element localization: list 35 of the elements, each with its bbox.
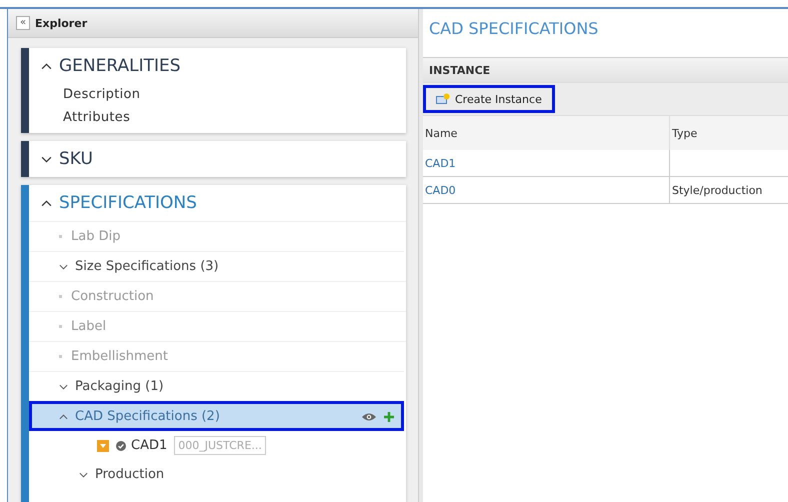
add-icon[interactable] xyxy=(384,412,394,422)
tree-item[interactable]: Production xyxy=(29,460,404,489)
explorer-title: Explorer xyxy=(35,16,88,30)
bullet-icon xyxy=(59,325,62,328)
section-header[interactable]: SKU xyxy=(29,141,406,177)
tree-item[interactable]: Size Specifications (3) xyxy=(29,251,404,281)
chevron-icon xyxy=(41,200,52,206)
column-header[interactable]: Type xyxy=(670,116,788,150)
chevron-icon xyxy=(79,472,88,478)
bullet-icon xyxy=(59,295,62,298)
dropdown-icon[interactable] xyxy=(97,440,109,452)
check-icon xyxy=(116,440,126,450)
section-link[interactable]: Description xyxy=(29,84,406,110)
chevron-icon xyxy=(59,264,68,270)
chevron-icon xyxy=(59,384,68,390)
name-link[interactable]: CAD0 xyxy=(423,176,670,204)
bullet-icon xyxy=(59,355,62,358)
section-header[interactable]: GENERALITIES xyxy=(29,48,406,84)
collapse-button[interactable]: « xyxy=(16,16,30,30)
chevron-icon xyxy=(41,62,52,70)
section-link[interactable]: Attributes xyxy=(29,110,406,133)
column-header[interactable]: Name xyxy=(423,116,670,150)
folder-icon xyxy=(436,93,450,105)
chevron-icon xyxy=(59,414,68,420)
section-header[interactable]: SPECIFICATIONS xyxy=(29,185,406,221)
section-header: INSTANCE xyxy=(423,57,788,83)
chevron-icon xyxy=(41,156,52,162)
instance-name[interactable]: CAD1 xyxy=(131,438,168,453)
table-cell: Style/production xyxy=(670,176,788,204)
eye-icon[interactable] xyxy=(361,412,377,422)
page-title: CAD SPECIFICATIONS xyxy=(428,18,600,40)
name-link[interactable]: CAD1 xyxy=(423,150,670,176)
tree-item[interactable]: CAD Specifications (2) xyxy=(29,401,404,431)
create-instance-button[interactable]: Create Instance xyxy=(423,85,555,113)
bullet-icon xyxy=(59,235,62,238)
